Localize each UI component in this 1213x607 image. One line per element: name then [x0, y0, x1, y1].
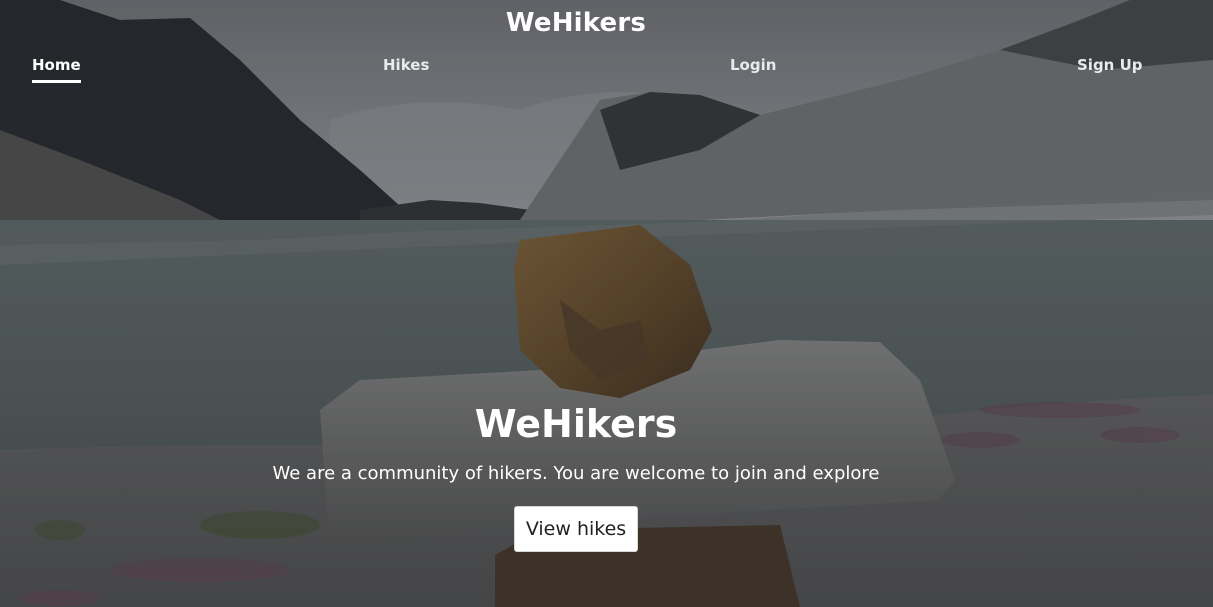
site-brand-title[interactable]: WeHikers [0, 8, 1152, 38]
hero-subtitle: We are a community of hikers. You are we… [272, 463, 880, 484]
nav-item-login[interactable]: Login [730, 56, 776, 74]
nav-item-hikes[interactable]: Hikes [383, 56, 429, 74]
nav-item-sign-up[interactable]: Sign Up [1077, 56, 1143, 74]
nav-item-home[interactable]: Home [32, 56, 81, 83]
page: WeHikers Home Hikes Login Sign Up WeHike… [0, 0, 1213, 607]
main-nav: Home Hikes Login Sign Up [0, 56, 1213, 86]
hero-title: WeHikers [474, 402, 678, 446]
view-hikes-button[interactable]: View hikes [514, 506, 638, 552]
